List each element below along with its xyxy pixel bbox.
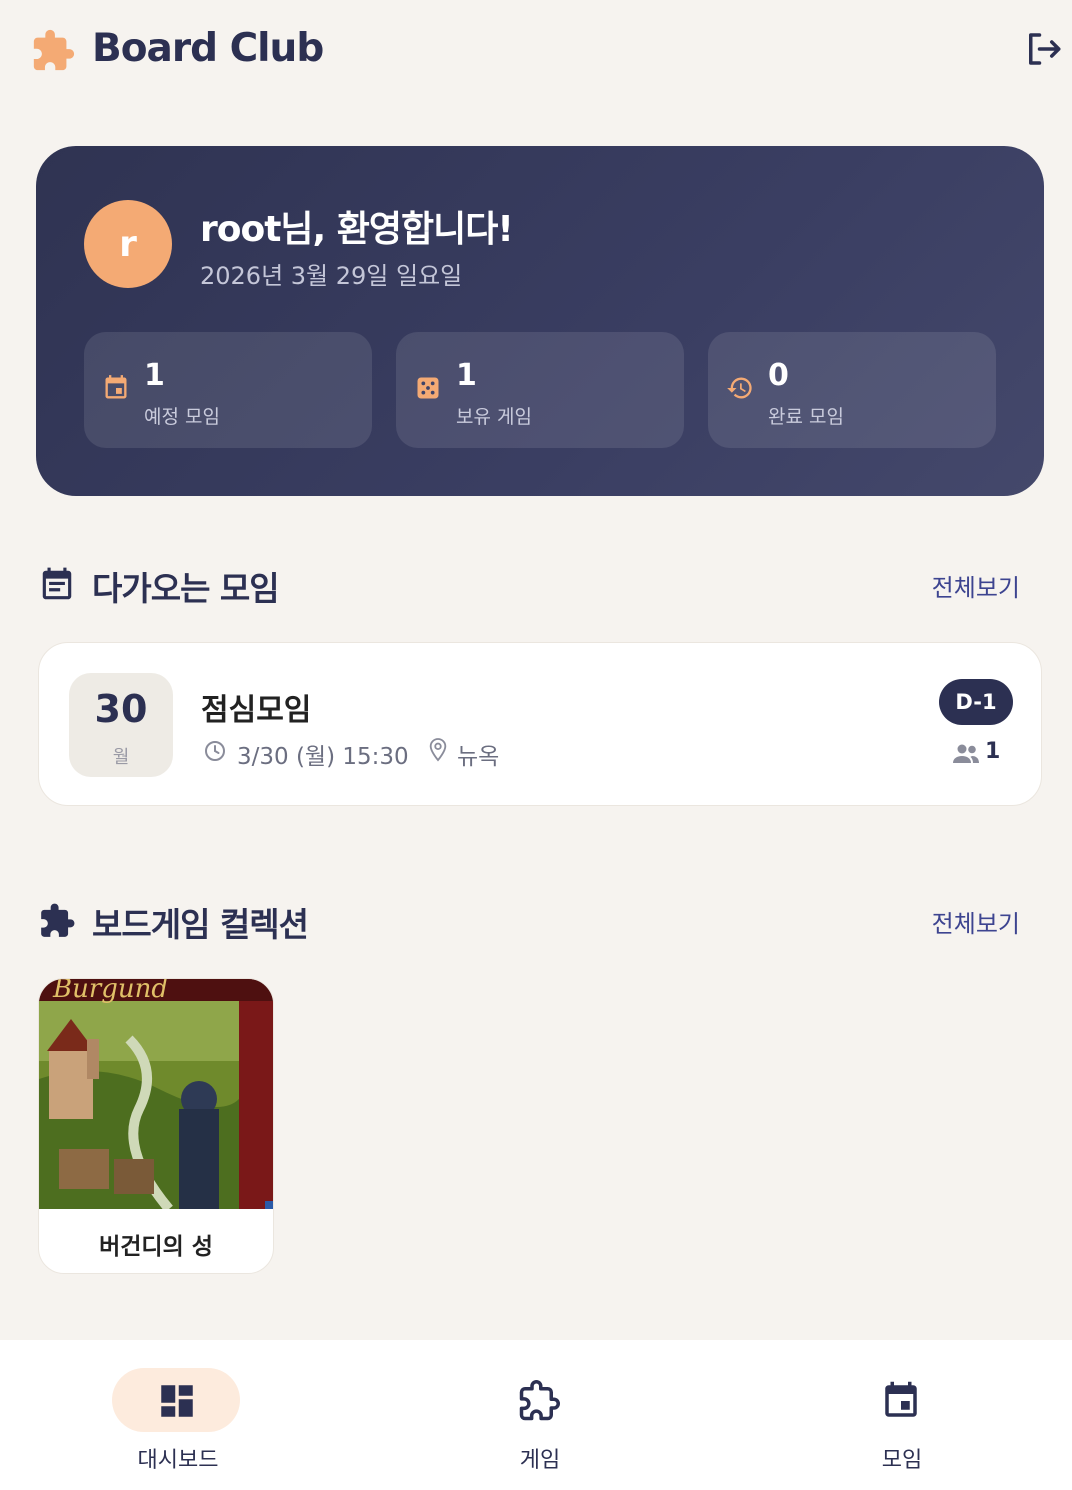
meeting-title: 점심모임: [201, 693, 312, 728]
participant-count: 1: [985, 739, 1001, 764]
meeting-time: 3/30 (월) 15:30: [237, 744, 409, 770]
meeting-date-box: 30 월: [69, 673, 173, 777]
upcoming-section-header: 다가오는 모임 전체보기: [36, 560, 1036, 610]
nav-meetings[interactable]: 모임: [782, 1340, 1022, 1490]
meeting-location: 뉴옥: [457, 744, 500, 770]
nav-dashboard[interactable]: 대시보드: [58, 1340, 298, 1490]
stat-completed-meetings[interactable]: 0 완료 모임: [708, 332, 996, 448]
nav-label: 대시보드: [137, 1448, 219, 1473]
meeting-card[interactable]: 30 월 점심모임 3/30 (월) 15:30 뉴옥 D-1 1: [38, 642, 1042, 806]
current-date: 2026년 3월 29일 일요일: [200, 262, 463, 290]
puzzle-icon: [41, 903, 75, 937]
stat-label: 완료 모임: [768, 406, 844, 428]
nav-games[interactable]: 게임: [420, 1340, 660, 1490]
puzzle-icon: [519, 1380, 560, 1421]
game-cover-image: Burgund: [39, 979, 273, 1209]
top-bar: Board Club: [0, 0, 1072, 100]
avatar[interactable]: r: [84, 200, 172, 288]
dday-badge: D-1: [939, 679, 1013, 725]
game-name: 버건디의 성: [99, 1234, 213, 1260]
game-cover-title: Burgund: [52, 979, 168, 1004]
stat-value: 0: [768, 358, 789, 393]
calendar-note-icon: [42, 567, 72, 600]
logout-icon[interactable]: [1022, 28, 1064, 70]
section-title: 다가오는 모임: [92, 569, 280, 608]
history-icon: [727, 377, 752, 399]
stat-label: 보유 게임: [456, 406, 532, 428]
app-title: Board Club: [92, 26, 324, 71]
stat-value: 1: [144, 358, 165, 393]
clock-icon: [205, 741, 225, 761]
stat-owned-games[interactable]: 1 보유 게임: [396, 332, 684, 448]
meeting-day: 30: [94, 687, 148, 731]
nav-label: 게임: [519, 1448, 561, 1473]
game-card[interactable]: Burgund 버건디의 성: [38, 978, 274, 1274]
section-title: 보드게임 컬렉션: [92, 905, 309, 944]
view-all-games-link[interactable]: 전체보기: [932, 904, 1020, 939]
nav-label: 모임: [881, 1448, 923, 1473]
welcome-card: r root님, 환영합니다! 2026년 3월 29일 일요일 1 예정 모임…: [36, 146, 1044, 496]
event-icon: [885, 1381, 917, 1417]
dice-icon: [417, 377, 439, 399]
view-all-meetings-link[interactable]: 전체보기: [932, 568, 1020, 603]
calendar-icon: [105, 375, 127, 399]
welcome-text: root님, 환영합니다!: [200, 209, 514, 250]
stat-upcoming-meetings[interactable]: 1 예정 모임: [84, 332, 372, 448]
collection-section-header: 보드게임 컬렉션 전체보기: [36, 896, 1036, 946]
stat-label: 예정 모임: [144, 406, 220, 428]
location-pin-icon: [429, 738, 447, 762]
bottom-navigation: 대시보드 게임 모임: [0, 1340, 1072, 1490]
meeting-day-unit: 월: [112, 747, 130, 768]
puzzle-logo-icon: [33, 29, 75, 71]
people-icon: [953, 744, 979, 763]
stat-value: 1: [456, 358, 477, 393]
dashboard-icon: [161, 1385, 193, 1417]
